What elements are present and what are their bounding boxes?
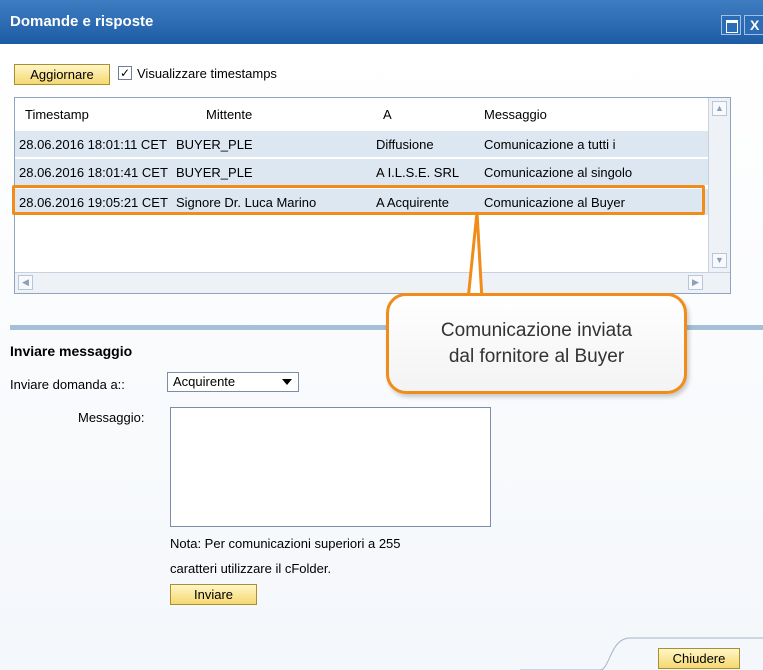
cell-recipient: Diffusione bbox=[376, 137, 434, 152]
scroll-up-icon[interactable]: ▲ bbox=[712, 101, 727, 116]
selected-row-highlight bbox=[12, 185, 705, 215]
cell-sender: BUYER_PLE bbox=[176, 137, 253, 152]
close-icon[interactable]: X bbox=[744, 15, 763, 35]
cell-sender: BUYER_PLE bbox=[176, 165, 253, 180]
horizontal-scrollbar[interactable]: ◀ ▶ bbox=[15, 272, 730, 293]
refresh-button[interactable]: Aggiornare bbox=[14, 64, 110, 85]
annotation-callout: Comunicazione inviata dal fornitore al B… bbox=[386, 293, 687, 394]
note-line-2: caratteri utilizzare il cFolder. bbox=[170, 561, 332, 576]
table-header: Timestamp Mittente A Messaggio bbox=[15, 98, 708, 127]
note-line-1: Nota: Per comunicazioni superiori a 255 bbox=[170, 536, 401, 551]
window-title: Domande e risposte bbox=[10, 13, 154, 30]
table-row[interactable]: 28.06.2016 18:01:11 CET BUYER_PLE Diffus… bbox=[15, 131, 708, 157]
send-button[interactable]: Inviare bbox=[170, 584, 257, 605]
window-titlebar: Domande e risposte X bbox=[0, 0, 763, 44]
table-row[interactable]: 28.06.2016 18:01:41 CET BUYER_PLE A I.L.… bbox=[15, 159, 708, 185]
maximize-icon[interactable] bbox=[721, 15, 741, 35]
column-header-sender[interactable]: Mittente bbox=[206, 107, 252, 122]
column-header-timestamp[interactable]: Timestamp bbox=[25, 107, 89, 122]
timestamps-label: Visualizzare timestamps bbox=[137, 66, 277, 81]
column-header-recipient[interactable]: A bbox=[383, 107, 392, 122]
scroll-right-icon[interactable]: ▶ bbox=[688, 275, 703, 290]
scroll-down-icon[interactable]: ▼ bbox=[712, 253, 727, 268]
send-section-title: Inviare messaggio bbox=[10, 343, 133, 359]
cell-message: Comunicazione a tutti i bbox=[484, 137, 616, 152]
close-button[interactable]: Chiudere bbox=[658, 648, 740, 669]
column-header-message[interactable]: Messaggio bbox=[484, 107, 547, 122]
recipient-select-value: Acquirente bbox=[173, 374, 236, 389]
cell-timestamp: 28.06.2016 18:01:11 CET bbox=[19, 137, 167, 152]
recipient-select[interactable]: Acquirente bbox=[167, 372, 299, 392]
vertical-scrollbar[interactable]: ▲ ▼ bbox=[708, 98, 730, 272]
cell-timestamp: 28.06.2016 18:01:41 CET bbox=[19, 165, 168, 180]
cell-message: Comunicazione al singolo bbox=[484, 165, 633, 180]
message-textarea[interactable] bbox=[170, 407, 491, 527]
recipient-label: Inviare domanda a:: bbox=[10, 377, 125, 392]
message-label: Messaggio: bbox=[78, 410, 145, 425]
scroll-left-icon[interactable]: ◀ bbox=[18, 275, 33, 290]
chevron-down-icon bbox=[282, 379, 292, 385]
callout-pointer bbox=[466, 211, 484, 300]
cell-recipient: A I.L.S.E. SRL bbox=[376, 165, 460, 180]
timestamps-checkbox[interactable]: ✓ bbox=[118, 66, 132, 80]
callout-line-1: Comunicazione inviata bbox=[440, 320, 633, 341]
callout-line-2: dal fornitore al Buyer bbox=[448, 346, 625, 367]
